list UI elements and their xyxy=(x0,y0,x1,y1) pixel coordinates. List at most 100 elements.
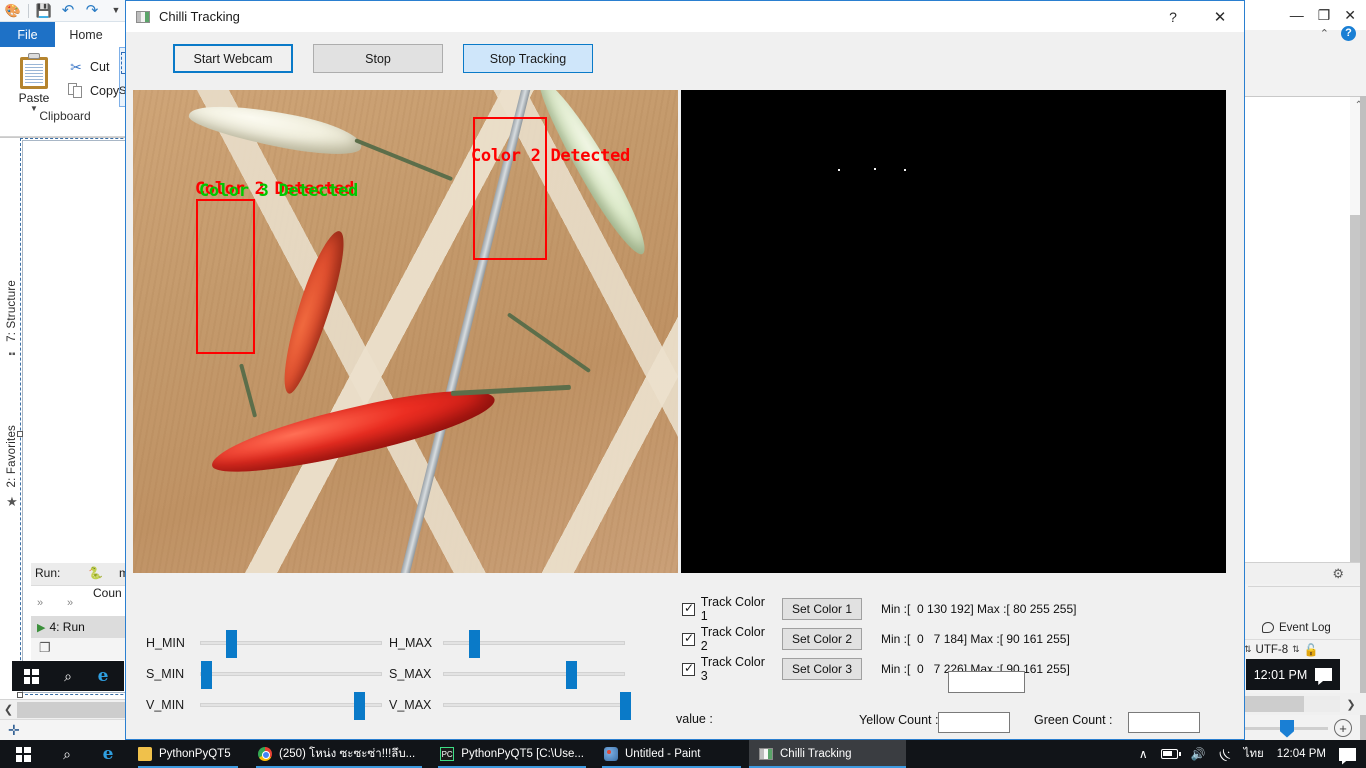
zoom-slider[interactable] xyxy=(1244,719,1328,738)
tab-home[interactable]: Home xyxy=(55,22,117,47)
cut-button[interactable]: ✂ Cut xyxy=(68,59,109,75)
windows-start-icon[interactable] xyxy=(0,740,46,768)
search-icon[interactable]: ⌕ xyxy=(50,668,86,685)
lock-icon[interactable]: 🔓 xyxy=(1304,643,1319,657)
event-log-button[interactable]: Event Log xyxy=(1262,618,1366,637)
slider-v-min[interactable] xyxy=(200,692,382,720)
slider-thumb[interactable] xyxy=(354,692,365,720)
run-console: Coun » » xyxy=(31,585,131,611)
redo-icon[interactable]: ↷ xyxy=(83,3,101,19)
restore-button[interactable]: ❐ xyxy=(1318,7,1331,24)
scroll-thumb[interactable] xyxy=(1240,696,1304,712)
slider-thumb[interactable] xyxy=(566,661,578,689)
wifi-icon[interactable]: ((· xyxy=(1216,745,1234,763)
window-restore-icon[interactable]: ❐ xyxy=(39,640,51,656)
taskbar-item-chilli-tracking[interactable]: Chilli Tracking xyxy=(749,740,906,768)
slider-thumb[interactable] xyxy=(469,630,481,658)
action-center-icon[interactable] xyxy=(1339,747,1356,761)
help-button[interactable]: ? xyxy=(1150,1,1196,32)
undo-icon[interactable]: ↶ xyxy=(59,3,77,19)
help-icon[interactable]: ? xyxy=(1341,25,1356,41)
encoding-label[interactable]: UTF-8 xyxy=(1256,644,1289,656)
scroll-right-icon[interactable]: ❯ xyxy=(1340,698,1362,711)
pycharm-editor[interactable]: ⌃ xyxy=(1240,96,1366,563)
track-color-row-2: Track Color 2 Set Color 2 Min :[ 0 7 184… xyxy=(682,625,1070,653)
step-into-icon[interactable]: » xyxy=(67,597,73,609)
scroll-left-icon[interactable]: ❮ xyxy=(0,701,17,719)
zoom-slider-thumb[interactable] xyxy=(1280,719,1294,738)
encoding-spinner-icon[interactable]: ⇅ xyxy=(1292,645,1300,654)
save-icon[interactable]: 💾 xyxy=(35,3,53,19)
sidebar-item-favorites[interactable]: 2: Favorites xyxy=(6,425,18,487)
scroll-track[interactable] xyxy=(1240,696,1340,712)
app-body: Start Webcam Stop Stop Tracking Color 2 … xyxy=(126,32,1244,739)
customize-caret-icon[interactable]: ▼ xyxy=(107,3,125,19)
track-color-3-checkbox[interactable]: Track Color 3 xyxy=(682,655,774,683)
stop-tracking-button[interactable]: Stop Tracking xyxy=(463,44,593,73)
webcam-video-feed: Color 2 Detected Color 3 Detected Color … xyxy=(133,90,678,573)
checkbox-checked-icon[interactable] xyxy=(682,661,695,676)
chilli-app-icon xyxy=(759,748,773,760)
set-color-2-button[interactable]: Set Color 2 xyxy=(782,628,862,650)
track-color-1-checkbox[interactable]: Track Color 1 xyxy=(682,595,774,623)
zoom-in-icon[interactable]: + xyxy=(1334,719,1352,737)
battery-icon[interactable] xyxy=(1160,749,1181,759)
taskbar-item-label: PythonPyQT5 xyxy=(159,748,231,760)
slider-h-max[interactable] xyxy=(443,630,625,658)
edge-browser-icon[interactable]: e xyxy=(88,740,128,768)
slider-thumb[interactable] xyxy=(201,661,212,689)
close-button[interactable]: ✕ xyxy=(1196,1,1244,32)
taskbar-item-pycharm[interactable]: PC PythonPyQT5 [C:\Use... xyxy=(430,740,594,768)
language-indicator[interactable]: ไทย xyxy=(1244,745,1264,763)
selection-handle[interactable] xyxy=(17,692,23,698)
slider-thumb[interactable] xyxy=(620,692,632,720)
slider-h-min[interactable] xyxy=(200,630,382,658)
tab-file[interactable]: File xyxy=(0,22,55,47)
slider-s-max[interactable] xyxy=(443,661,625,689)
paint-bottom-scroll-region[interactable]: ❯ xyxy=(1240,693,1366,715)
mask-video-feed xyxy=(681,90,1226,573)
volume-icon[interactable]: 🔊 xyxy=(1191,747,1206,761)
paint-icon[interactable]: 🎨 xyxy=(4,3,22,19)
action-center-icon[interactable] xyxy=(1315,668,1333,681)
tool-window-tab-run[interactable]: ▶ 4: Run xyxy=(31,616,131,638)
folder-icon xyxy=(138,747,152,761)
slider-s-min[interactable] xyxy=(200,661,382,689)
close-button[interactable]: ✕ xyxy=(1344,7,1356,24)
slider-thumb[interactable] xyxy=(226,630,238,658)
copy-button[interactable]: Copy xyxy=(68,83,119,99)
line-separator-spinner-icon[interactable]: ⇅ xyxy=(1244,645,1252,654)
stop-button[interactable]: Stop xyxy=(313,44,443,73)
taskbar-item-pythonpyqt5-folder[interactable]: PythonPyQT5 xyxy=(128,740,248,768)
green-count-input[interactable] xyxy=(1128,712,1200,733)
gear-icon[interactable]: ⚙ xyxy=(1332,566,1344,582)
track-color-2-checkbox[interactable]: Track Color 2 xyxy=(682,625,774,653)
yellow-count-input[interactable] xyxy=(938,712,1010,733)
minimize-button[interactable]: — xyxy=(1290,7,1304,23)
set-color-3-button[interactable]: Set Color 3 xyxy=(782,658,862,680)
chevron-up-icon[interactable]: ∧ xyxy=(1139,747,1148,761)
paint-icon xyxy=(604,747,618,761)
extra-value-input[interactable] xyxy=(948,671,1025,693)
sidebar-item-structure[interactable]: 7: Structure xyxy=(6,280,18,342)
run-label: Run: xyxy=(35,566,61,580)
yellow-count-label: Yellow Count : xyxy=(859,713,939,727)
taskbar-item-label: Chilli Tracking xyxy=(780,748,852,760)
chevron-up-icon[interactable]: ⌃ xyxy=(1320,27,1329,40)
edge-browser-icon[interactable]: e xyxy=(86,666,120,686)
checkbox-checked-icon[interactable] xyxy=(682,631,695,646)
taskbar-item-chrome[interactable]: (250) โหน่ง ซะซะซ่า!!!ลึบ... xyxy=(248,740,430,768)
windows-start-icon[interactable] xyxy=(12,668,50,684)
checkbox-checked-icon[interactable] xyxy=(682,601,695,616)
taskbar-clock[interactable]: 12:04 PM xyxy=(1277,748,1326,760)
paste-button[interactable]: Paste ▼ xyxy=(8,53,60,113)
search-icon[interactable]: ⌕ xyxy=(46,740,88,768)
set-color-1-button[interactable]: Set Color 1 xyxy=(782,598,862,620)
slider-v-max[interactable] xyxy=(443,692,632,720)
start-webcam-button[interactable]: Start Webcam xyxy=(173,44,293,73)
taskbar-overlay-left: ⌕ e xyxy=(12,661,124,691)
event-log-label: Event Log xyxy=(1279,621,1331,634)
step-over-icon[interactable]: » xyxy=(37,597,43,609)
run-footer: ❐ xyxy=(31,638,131,660)
taskbar-item-paint[interactable]: Untitled - Paint xyxy=(594,740,749,768)
